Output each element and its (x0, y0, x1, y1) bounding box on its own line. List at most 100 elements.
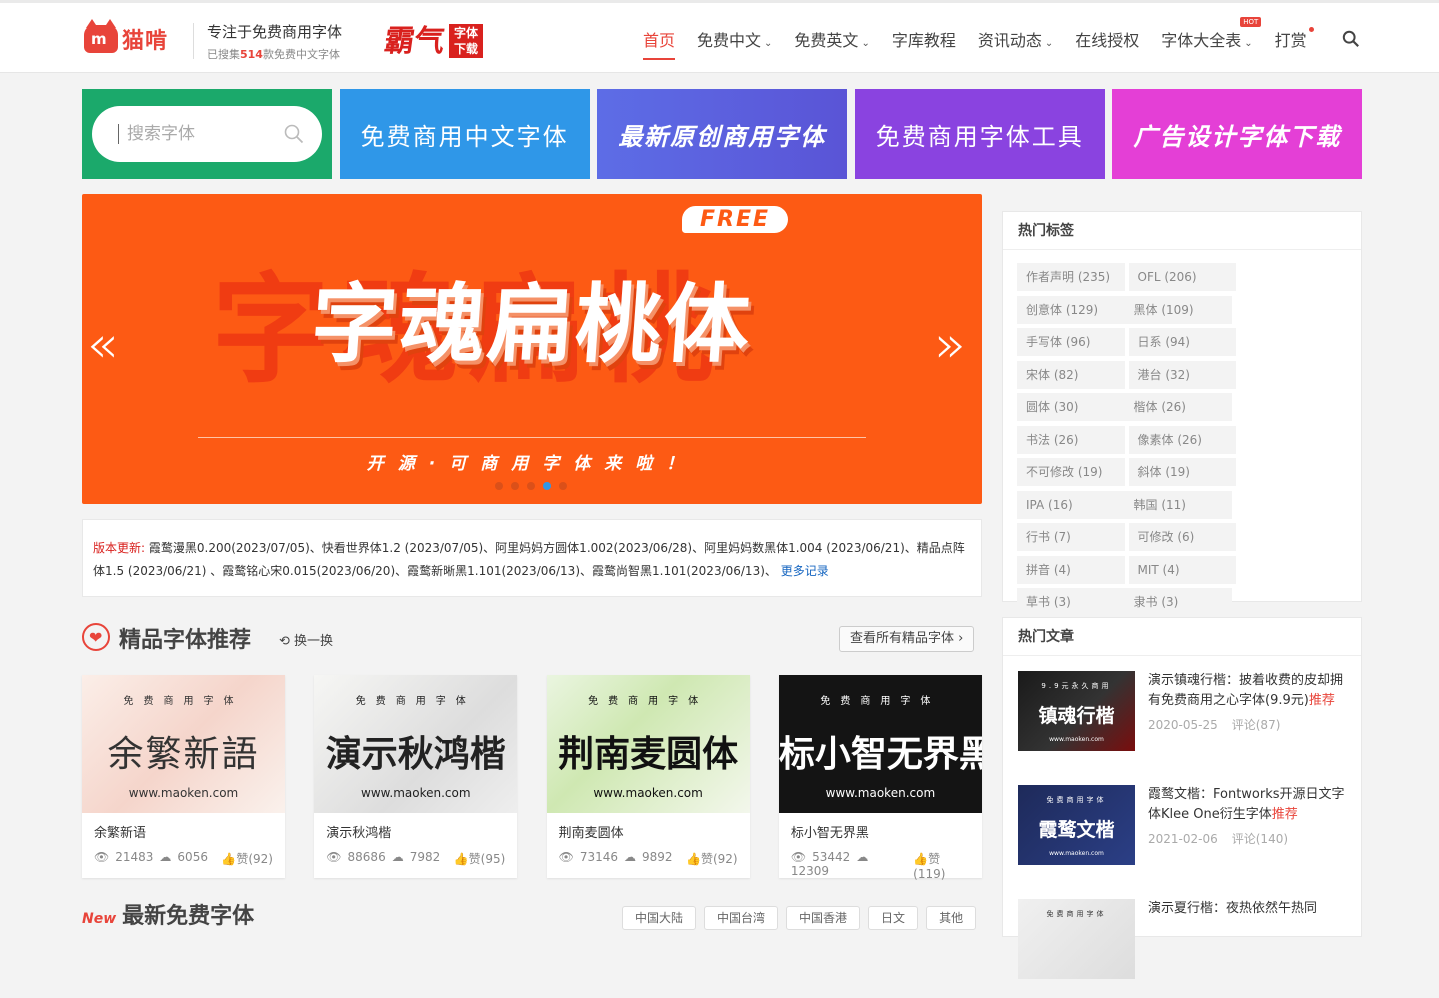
slider-prev-icon[interactable]: « (86, 319, 118, 371)
tag-link[interactable]: 韩国 (11) (1124, 490, 1232, 519)
slider-dot[interactable] (511, 482, 519, 490)
font-preview-image[interactable]: 免费商用字体 荆南麦圆体 www.maoken.com (546, 675, 750, 813)
tag-link[interactable]: 斜体 (19) (1128, 458, 1236, 486)
article-item[interactable]: 9.9元永久商用 镇魂行楷 www.maoken.com 演示镇魂行楷：披着收费的皮却… (1003, 656, 1361, 770)
card-stats: 👁 73146 ☁ 9892 👍赞(92) (547, 841, 750, 867)
banner-new-original[interactable]: 最新原创商用字体 (597, 89, 848, 179)
like-button[interactable]: 👍赞(95) (454, 850, 506, 867)
see-all-featured-button[interactable]: 查看所有精品字体 › (839, 626, 975, 652)
font-preview-image[interactable]: 免费商用字体 演示秋鸿楷 www.maoken.com (314, 675, 518, 813)
header-divider (193, 23, 194, 59)
site-logo[interactable]: m 猫啃 (84, 19, 168, 55)
article-thumbnail[interactable]: 免费商用字体 霞鹜文楷 www.maoken.com (1018, 785, 1135, 865)
banner-font-tools[interactable]: 免费商用字体工具 (854, 89, 1105, 179)
nav-item-7[interactable]: 打赏 (1274, 27, 1314, 51)
tag-link[interactable]: 可修改 (6) (1128, 523, 1236, 551)
view-count: 53442 (812, 850, 851, 864)
nav-item-6[interactable]: 字体大全表 ⌄ HOT (1161, 17, 1262, 51)
article-thumbnail[interactable]: 免费商用字体 (1018, 899, 1135, 979)
slider-dots (495, 482, 575, 490)
tag-link[interactable]: 行书 (7) (1017, 523, 1125, 551)
tag-link[interactable]: MIT (4) (1128, 555, 1236, 584)
slider-dot[interactable] (527, 482, 535, 490)
font-search-input[interactable] (118, 124, 278, 144)
like-button[interactable]: 👍赞(92) (221, 850, 273, 867)
slogan-sub: 已搜集514款免费中文字体 (207, 46, 342, 62)
tag-link[interactable]: 拼音 (4) (1017, 555, 1125, 584)
tag-link[interactable]: 创意体 (129) (1017, 295, 1125, 324)
nav-item-2[interactable]: 免费英文 ⌄ (794, 27, 869, 51)
tag-link[interactable]: 隶书 (3) (1124, 588, 1232, 616)
article-item[interactable]: 免费商用字体 演示夏行楷：夜热依然午热同 (1003, 884, 1361, 998)
thumb-tag: 9.9元永久商用 (1041, 682, 1112, 690)
banner-ad-fonts[interactable]: 广告设计字体下载 (1112, 89, 1363, 179)
slider-dot[interactable] (543, 482, 551, 490)
eye-icon: 👁 (790, 850, 807, 864)
thumbs-up-icon: 👍 (453, 852, 469, 866)
font-card[interactable]: 免费商用字体 荆南麦圆体 www.maoken.com 荆南麦圆体 👁 73146 ☁ 989… (546, 675, 750, 878)
font-name-link[interactable]: 荆南麦圆体 (547, 813, 750, 841)
tag-link[interactable]: 不可修改 (19) (1017, 458, 1125, 486)
font-card[interactable]: 免费商用字体 演示秋鸿楷 www.maoken.com 演示秋鸿楷 👁 88686 ☁ 798… (314, 675, 518, 878)
preview-url: www.maoken.com (593, 786, 703, 800)
article-item[interactable]: 免费商用字体 霞鹜文楷 www.maoken.com 霞鹜文楷：Fontworks开源… (1003, 770, 1361, 884)
latest-tab[interactable]: 中国大陆 (622, 906, 697, 930)
tag-link[interactable]: 日系 (94) (1128, 328, 1236, 356)
tag-link[interactable]: 书法 (26) (1017, 425, 1125, 454)
latest-tab[interactable]: 其他 (926, 906, 977, 930)
thumb-url: www.maoken.com (1049, 850, 1104, 857)
nav-item-5[interactable]: 在线授权 (1075, 27, 1139, 51)
cat-logo-icon: m (84, 19, 118, 53)
swap-button[interactable]: ⟲ 换一换 (279, 630, 333, 649)
slogan-main: 专注于免费商用字体 (207, 23, 343, 41)
like-button[interactable]: 👍赞(119) (913, 850, 970, 881)
search-icon[interactable] (284, 124, 304, 144)
tag-link[interactable]: 港台 (32) (1128, 360, 1236, 389)
nav-label: 打赏 (1274, 31, 1307, 50)
slider-next-icon[interactable]: » (934, 319, 966, 371)
tag-link[interactable]: 楷体 (26) (1124, 393, 1232, 421)
nav-item-3[interactable]: 字库教程 (892, 27, 956, 51)
tag-link[interactable]: 作者声明 (235) (1017, 263, 1125, 291)
article-comments[interactable]: 评论(87) (1232, 718, 1281, 732)
font-card[interactable]: 免费商用字体 余繁新語 www.maoken.com 余繁新语 👁 21483 ☁ 6056 👍… (82, 675, 285, 878)
tag-link[interactable]: OFL (206) (1128, 263, 1236, 291)
search-box[interactable] (92, 106, 322, 162)
article-body: 演示夏行楷：夜热依然午热同 (1148, 899, 1317, 998)
like-count: 赞(92) (700, 852, 738, 866)
hero-slider[interactable]: 字魂扁桃 字魂扁桃体 FREE 开源·可商用字体来啦！ « » (82, 194, 982, 504)
slider-title: 字魂扁桃体 (307, 275, 755, 375)
tag-link[interactable]: 手写体 (96) (1017, 328, 1125, 356)
nav-item-1[interactable]: 免费中文 ⌄ (697, 27, 772, 51)
nav-item-0[interactable]: 首页 (643, 27, 676, 60)
font-name-link[interactable]: 演示秋鸿楷 (314, 813, 517, 841)
latest-tab[interactable]: 中国台湾 (704, 906, 779, 930)
tag-link[interactable]: 黑体 (109) (1124, 295, 1232, 324)
latest-tab[interactable]: 中国香港 (786, 906, 861, 930)
search-icon[interactable] (1342, 30, 1360, 48)
font-preview-image[interactable]: 免费商用字体 余繁新語 www.maoken.com (82, 675, 285, 813)
updates-text: 霞鹜漫黑0.200(2023/07/05)、快看世界体1.2 (2023/07/… (93, 541, 965, 578)
tag-link[interactable]: 像素体 (26) (1128, 425, 1236, 454)
like-button[interactable]: 👍赞(92) (686, 850, 738, 867)
tag-link[interactable]: 圆体 (30) (1017, 393, 1125, 421)
slider-dot[interactable] (559, 482, 567, 490)
promo-badge-logo[interactable]: 霸气 字体下载 (382, 16, 485, 60)
article-comments[interactable]: 评论(140) (1232, 832, 1288, 846)
font-name-link[interactable]: 余繁新语 (82, 813, 285, 841)
tag-link[interactable]: 宋体 (82) (1017, 360, 1125, 389)
font-card[interactable]: 免费商用字体 标小智无界黑 www.maoken.com 标小智无界黑 👁 53442 ☁ 1… (778, 675, 982, 881)
hot-articles-title: 热门文章 (1003, 618, 1361, 656)
tag-link[interactable]: 草书 (3) (1017, 588, 1125, 616)
tag-link[interactable]: IPA (16) (1017, 490, 1125, 519)
latest-tab[interactable]: 日文 (868, 906, 919, 930)
article-title-link[interactable]: 霞鹜文楷：Fontworks开源日文字体Klee One衍生字体 (1148, 787, 1345, 822)
more-records-link[interactable]: 更多记录 (781, 564, 829, 578)
article-title-link[interactable]: 演示夏行楷：夜热依然午热同 (1148, 901, 1317, 916)
article-thumbnail[interactable]: 9.9元永久商用 镇魂行楷 www.maoken.com (1018, 671, 1135, 751)
font-preview-image[interactable]: 免费商用字体 标小智无界黑 www.maoken.com (778, 675, 982, 813)
font-name-link[interactable]: 标小智无界黑 (779, 813, 982, 841)
nav-item-4[interactable]: 资讯动态 ⌄ (978, 27, 1053, 51)
slider-dot[interactable] (495, 482, 503, 490)
banner-free-chinese[interactable]: 免费商用中文字体 (339, 89, 590, 179)
